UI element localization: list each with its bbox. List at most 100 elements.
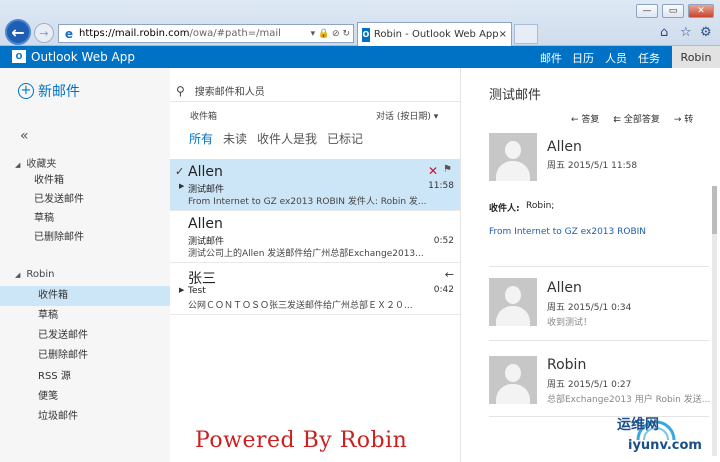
avatar — [489, 278, 537, 326]
user-menu[interactable]: Robin — [672, 46, 720, 68]
address-url[interactable]: https://mail.robin.com/owa/#path=/mail — [79, 28, 311, 39]
home-icon[interactable]: ⌂ — [660, 25, 668, 40]
delete-icon[interactable]: ✕ — [428, 164, 438, 178]
forward-button-mail[interactable]: → 转 — [674, 112, 693, 125]
item-date: 周五 2015/5/1 11:58 — [547, 161, 638, 171]
item-sender[interactable]: Allen — [547, 139, 582, 155]
app-title: Outlook Web App — [31, 50, 135, 64]
to-value[interactable]: Robin; — [526, 201, 554, 211]
fav-drafts[interactable]: 草稿 — [0, 209, 170, 229]
check-icon[interactable]: ✓ — [175, 165, 184, 178]
folder-inbox[interactable]: 收件箱 — [0, 286, 170, 306]
nav-people[interactable]: 人员 — [605, 50, 627, 66]
fav-deleted[interactable]: 已删除邮件 — [0, 228, 170, 248]
nav-calendar[interactable]: 日历 — [572, 50, 594, 66]
message-row[interactable]: Allen 测试邮件 0:52 测试公司上的Allen 发送邮件给广州总部Exc… — [170, 211, 460, 263]
collapse-pane-icon[interactable]: « — [20, 128, 29, 144]
message-sender: 张三 — [188, 271, 216, 287]
divider — [489, 340, 709, 341]
expand-conversation-icon[interactable]: ▶ — [179, 182, 184, 190]
address-bar[interactable]: e https://mail.robin.com/owa/#path=/mail… — [58, 24, 354, 43]
folder-rss[interactable]: RSS 源 — [0, 367, 170, 387]
item-date: 周五 2015/5/1 0:34 — [547, 303, 632, 313]
message-time: 0:52 — [433, 236, 454, 246]
favorites-star-icon[interactable]: ☆ — [680, 25, 692, 40]
sort-dropdown[interactable]: 对话 (按日期) ▾ — [376, 109, 438, 122]
powered-by-caption: Powered By Robin — [195, 428, 408, 453]
maximize-button[interactable]: ▭ — [662, 4, 684, 18]
close-window-button[interactable]: ✕ — [688, 4, 714, 18]
search-placeholder: 搜索邮件和人员 — [194, 87, 265, 98]
account-header[interactable]: ◢ Robin — [15, 269, 54, 280]
filter-all[interactable]: 所有 — [189, 130, 213, 147]
expand-triangle-icon: ◢ — [15, 271, 21, 279]
filter-to-me[interactable]: 收件人是我 — [257, 130, 317, 147]
flag-icon[interactable]: ⚑ — [443, 164, 452, 175]
item-snippet: 收到测试！ — [547, 318, 593, 328]
new-mail-label: 新邮件 — [38, 84, 80, 100]
filter-unread[interactable]: 未读 — [223, 130, 247, 147]
ie-icon: e — [64, 26, 74, 41]
tab-title: Robin - Outlook Web App — [373, 29, 499, 40]
message-list-pane: ⚲ 搜索邮件和人员 收件箱 对话 (按日期) ▾ 所有 未读 收件人是我 已标记… — [170, 68, 460, 462]
reply-button[interactable]: ← 答复 — [571, 112, 599, 125]
filter-bar: 所有 未读 收件人是我 已标记 — [189, 130, 363, 147]
item-sender[interactable]: Allen — [547, 280, 582, 296]
folder-junk[interactable]: 垃圾邮件 — [0, 407, 170, 427]
item-snippet: 总部Exchange2013 用户 Robin 发送... — [547, 395, 711, 405]
folder-notes[interactable]: 便笺 — [0, 387, 170, 407]
new-tab-button[interactable] — [514, 24, 538, 44]
tab-close-icon[interactable]: × — [499, 29, 507, 40]
avatar — [489, 133, 537, 181]
reply-actions: ← 答复 ⇇ 全部答复 → 转 — [571, 112, 693, 125]
message-time: 0:42 — [433, 285, 454, 295]
browser-tab-active[interactable]: O Robin - Outlook Web App × — [357, 22, 512, 46]
folder-drafts[interactable]: 草稿 — [0, 306, 170, 326]
divider — [489, 266, 709, 267]
nav-tasks[interactable]: 任务 — [638, 50, 660, 66]
item-date: 周五 2015/5/1 0:27 — [547, 380, 632, 390]
search-icon: ⚲ — [176, 83, 185, 98]
to-label: 收件人: — [489, 204, 520, 214]
folder-pane: + 新邮件 « ◢ 收藏夹 收件箱 已发送邮件 草稿 已删除邮件 ◢ Robin 收… — [0, 68, 170, 462]
folder-sent[interactable]: 已发送邮件 — [0, 326, 170, 346]
item-sender[interactable]: Robin — [547, 357, 586, 373]
message-sender: Allen — [188, 216, 223, 232]
expand-conversation-icon[interactable]: ▶ — [179, 286, 184, 294]
filter-flagged[interactable]: 已标记 — [327, 130, 363, 147]
plus-circle-icon: + — [18, 83, 34, 99]
minimize-button[interactable]: — — [636, 4, 658, 18]
address-tools-icons[interactable]: ▾ 🔒 ⊘ ↻ — [311, 29, 353, 39]
message-preview: 公网ＣＯＮＴＯＳＯ张三发送邮件给广州总部ＥＸ２０... — [188, 301, 413, 311]
reading-pane: 测试邮件 ← 答复 ⇇ 全部答复 → 转 Allen 周五 2015/5/1 1… — [460, 68, 720, 462]
folder-deleted[interactable]: 已删除邮件 — [0, 346, 170, 366]
fav-inbox[interactable]: 收件箱 — [0, 171, 170, 191]
watermark-cn: 运维网 — [617, 417, 659, 433]
forward-button[interactable]: → — [34, 23, 54, 43]
current-folder-label: 收件箱 — [190, 112, 218, 122]
message-time: 11:58 — [428, 181, 454, 191]
browser-chrome: — ▭ ✕ ← → e https://mail.robin.com/owa/#… — [0, 0, 720, 46]
settings-gear-icon[interactable]: ⚙ — [700, 25, 712, 40]
message-preview: From Internet to GZ ex2013 ROBIN 发件人: Ro… — [188, 197, 427, 207]
back-button[interactable]: ← — [5, 19, 31, 45]
owa-header: O Outlook Web App 邮件 日历 人员 任务 Robin — [0, 46, 720, 68]
reading-scrollbar-thumb[interactable] — [712, 186, 717, 234]
message-subject: Test — [188, 286, 206, 296]
avatar — [489, 356, 537, 404]
outlook-logo-icon: O — [12, 50, 26, 63]
favorites-header[interactable]: ◢ 收藏夹 — [15, 155, 56, 170]
fav-sent[interactable]: 已发送邮件 — [0, 190, 170, 210]
new-mail-button[interactable]: + 新邮件 — [18, 81, 80, 101]
watermark-en: iyunv.com — [628, 438, 702, 453]
reply-all-button[interactable]: ⇇ 全部答复 — [613, 112, 659, 125]
message-body: From Internet to GZ ex2013 ROBIN — [489, 227, 647, 237]
message-preview: 测试公司上的Allen 发送邮件给广州总部Exchange2013... — [188, 249, 424, 259]
replied-icon: ← — [444, 268, 454, 281]
message-row[interactable]: 张三 ← ▶ Test 0:42 公网ＣＯＮＴＯＳＯ张三发送邮件给广州总部ＥＸ２… — [170, 263, 460, 315]
message-row[interactable]: ✓ Allen ✕ ⚑ ▶ 测试邮件 11:58 From Internet t… — [170, 159, 460, 211]
nav-mail[interactable]: 邮件 — [540, 50, 562, 66]
search-box[interactable]: ⚲ 搜索邮件和人员 — [170, 80, 460, 102]
expand-triangle-icon: ◢ — [15, 161, 21, 169]
conversation-title: 测试邮件 — [489, 88, 542, 103]
